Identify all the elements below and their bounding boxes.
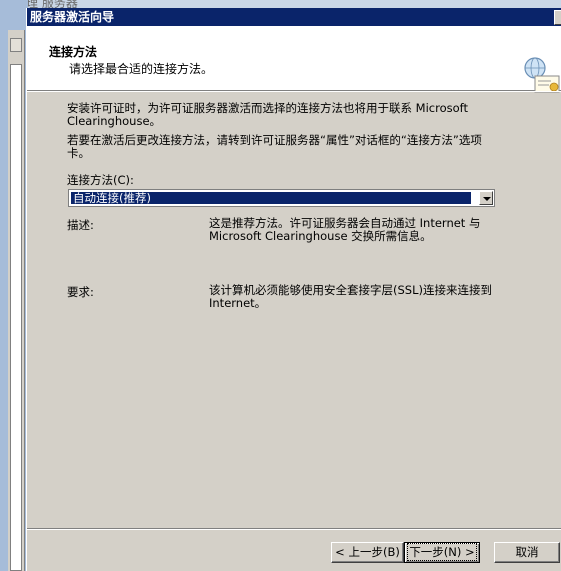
footer-divider-highlight [27,529,561,530]
requirement-label: 要求: [67,285,94,299]
page-subtitle: 请选择最合适的连接方法。 [69,62,214,76]
chevron-down-icon[interactable] [479,191,493,205]
intro-text: 安装许可证时，为许可证服务器激活而选择的连接方法也将用于联系 Microsoft… [67,101,468,128]
connection-method-dropdown[interactable]: 自动连接(推荐) [68,189,495,207]
change-method-text: 若要在激活后更改连接方法，请转到许可证服务器“属性”对话框的“连接方法”选项卡。 [67,133,482,160]
title-bar[interactable]: 服务器激活向导 [27,8,561,26]
requirement-value: 该计算机必须能够使用安全套接字层(SSL)连接来连接到 Internet。 [209,283,492,310]
next-button-label: 下一步(N) > [407,543,477,561]
back-button[interactable]: < 上一步(B) [331,542,404,563]
wizard-header: 连接方法 请选择最合适的连接方法。 [27,26,561,93]
parent-window-title: 管理 服务器 [0,0,561,8]
connection-method-selected: 自动连接(推荐) [71,192,471,204]
header-divider [27,91,561,92]
description-label: 描述: [67,218,94,232]
certificate-globe-icon [524,57,560,93]
cancel-button[interactable]: 取消 [494,542,560,563]
window-control-button[interactable] [554,10,561,25]
page-title: 连接方法 [49,45,98,59]
description-value: 这是推荐方法。许可证服务器会自动通过 Internet 与 Microsoft … [209,216,481,243]
next-button[interactable]: 下一步(N) > [404,542,480,563]
window-title: 服务器激活向导 [30,10,115,24]
parent-tree-view[interactable] [10,64,22,571]
connection-method-label: 连接方法(C): [67,173,134,187]
wizard-window: 服务器激活向导 连接方法 请选择最合适的连接方法。 安装许可证时，为许可证服务器… [26,8,561,571]
parent-toolbar-button[interactable] [10,38,22,52]
